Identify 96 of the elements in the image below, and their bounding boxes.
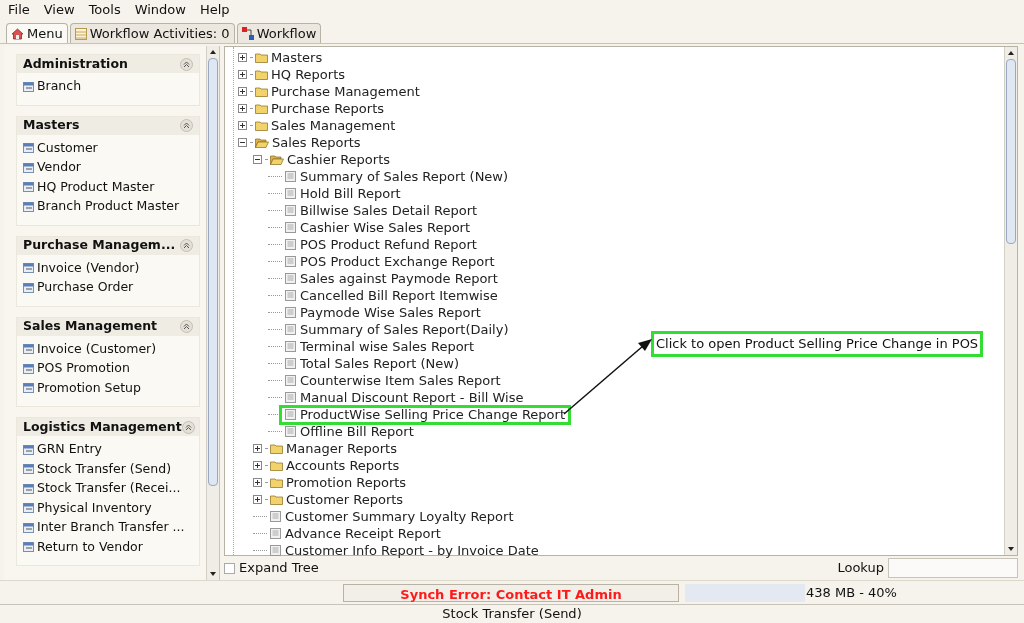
- scroll-thumb[interactable]: [208, 58, 218, 486]
- scroll-thumb[interactable]: [1006, 59, 1016, 244]
- flowchart-icon: [241, 27, 254, 40]
- folder-icon: [270, 494, 283, 505]
- callout: Click to open Product Selling Price Change in POS: [651, 331, 984, 357]
- sidebar-link[interactable]: Customer: [23, 138, 193, 158]
- form-icon: [23, 542, 34, 553]
- sidebar-link[interactable]: Return to Vendor: [23, 537, 193, 557]
- sidebar-link[interactable]: Stock Transfer (Recei...: [23, 479, 193, 499]
- document-icon: [285, 222, 296, 233]
- sidebar-link[interactable]: GRN Entry: [23, 440, 193, 460]
- form-icon: [23, 143, 34, 154]
- menu-item[interactable]: File: [8, 0, 30, 20]
- document-icon: [285, 375, 296, 386]
- menu-item[interactable]: Help: [199, 0, 230, 20]
- document-icon: [285, 205, 296, 216]
- expand-icon[interactable]: [253, 461, 262, 470]
- sidebar-link[interactable]: Purchase Order: [23, 278, 193, 298]
- menu-item[interactable]: Tools: [88, 0, 121, 20]
- document-icon: [270, 528, 281, 539]
- folder-icon: [270, 443, 283, 454]
- collapse-icon[interactable]: [253, 155, 262, 164]
- folder-icon: [255, 52, 268, 63]
- status-text: Stock Transfer (Send): [442, 605, 582, 623]
- scrollbar[interactable]: [1004, 47, 1017, 555]
- document-icon: [285, 392, 296, 403]
- folder-icon: [255, 86, 268, 97]
- document-icon: [285, 409, 296, 420]
- tab[interactable]: Workflow Activities: 0: [69, 23, 235, 43]
- form-icon: [23, 363, 34, 374]
- scrollbar[interactable]: [206, 46, 219, 580]
- table-icon: [74, 27, 87, 40]
- checkbox-label: Expand Tree: [239, 559, 319, 578]
- form-icon: [23, 503, 34, 514]
- expand-icon[interactable]: [253, 444, 262, 453]
- form-icon: [23, 383, 34, 394]
- document-icon: [285, 358, 296, 369]
- form-icon: [23, 282, 34, 293]
- form-icon: [23, 263, 34, 274]
- folder-icon: [255, 120, 268, 131]
- form-icon: [23, 344, 34, 355]
- expand-icon[interactable]: [238, 70, 247, 79]
- document-icon: [285, 188, 296, 199]
- tab[interactable]: Workflow: [236, 23, 322, 43]
- tab[interactable]: Menu: [6, 23, 68, 43]
- document-icon: [285, 171, 296, 182]
- document-icon: [285, 324, 296, 335]
- expand-icon[interactable]: [253, 495, 262, 504]
- memory-reading: 438 MB - 40%: [806, 583, 897, 602]
- document-icon: [270, 545, 281, 556]
- lookup-label: Lookup: [837, 559, 884, 578]
- expand-icon[interactable]: [253, 478, 262, 487]
- form-icon: [23, 444, 34, 455]
- expand-icon[interactable]: [238, 53, 247, 62]
- document-icon: [285, 256, 296, 267]
- form-icon: [23, 81, 34, 92]
- menu-item[interactable]: View: [43, 0, 75, 20]
- sidebar-link[interactable]: Promotion Setup: [23, 378, 193, 398]
- checkbox[interactable]: [224, 562, 235, 574]
- sidebar-link[interactable]: Invoice (Customer): [23, 339, 193, 359]
- folder-icon: [255, 69, 268, 80]
- sidebar-link[interactable]: Inter Branch Transfer ...: [23, 518, 193, 538]
- form-icon: [23, 162, 34, 173]
- sidebar-link[interactable]: Stock Transfer (Send): [23, 459, 193, 479]
- folder-icon: [255, 103, 268, 114]
- sidebar-link[interactable]: Physical Inventory: [23, 498, 193, 518]
- document-icon: [285, 273, 296, 284]
- form-icon: [23, 201, 34, 212]
- document-icon: [285, 307, 296, 318]
- form-icon: [23, 182, 34, 193]
- expand-icon[interactable]: [238, 87, 247, 96]
- open-folder-icon: [255, 137, 269, 148]
- lookup-field[interactable]: [888, 558, 1018, 578]
- menu-item[interactable]: Window: [134, 0, 186, 20]
- sidebar-link[interactable]: Invoice (Vendor): [23, 258, 193, 278]
- document-icon: [285, 341, 296, 352]
- home-icon: [11, 27, 24, 40]
- document-icon: [270, 511, 281, 522]
- folder-icon: [270, 460, 283, 471]
- open-folder-icon: [270, 154, 284, 165]
- sidebar-link[interactable]: HQ Product Master: [23, 177, 193, 197]
- form-icon: [23, 464, 34, 475]
- sidebar-link[interactable]: Branch: [23, 77, 193, 97]
- document-icon: [285, 290, 296, 301]
- sidebar-link[interactable]: Vendor: [23, 158, 193, 178]
- document-icon: [285, 239, 296, 250]
- highlighted-tree-item[interactable]: ProductWise Selling Price Change Report: [279, 404, 571, 425]
- document-icon: [285, 426, 296, 437]
- form-icon: [23, 483, 34, 494]
- expand-icon[interactable]: [238, 121, 247, 130]
- folder-icon: [270, 477, 283, 488]
- sidebar-link[interactable]: Branch Product Master: [23, 197, 193, 217]
- sidebar-link[interactable]: POS Promotion: [23, 359, 193, 379]
- expand-icon[interactable]: [238, 104, 247, 113]
- form-icon: [23, 522, 34, 533]
- collapse-icon[interactable]: [238, 138, 247, 147]
